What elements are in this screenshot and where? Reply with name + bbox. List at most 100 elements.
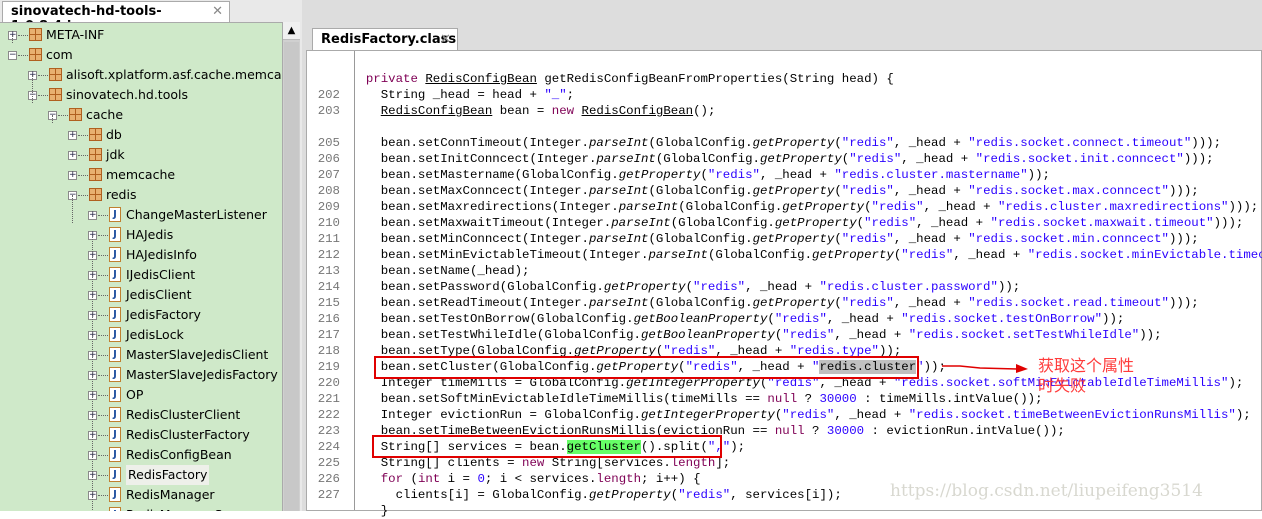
code-line: RedisConfigBean bean = new RedisConfigBe… (351, 103, 716, 119)
tree-item[interactable]: + META-INF (0, 25, 282, 45)
java-class-icon: J (109, 247, 121, 262)
tree-item[interactable]: − sinovatech.hd.tools (0, 85, 282, 105)
line-number: 202 (317, 88, 340, 102)
expand-icon[interactable]: + (68, 171, 77, 180)
code-token: parseInt (611, 216, 671, 230)
tree-item[interactable]: + J RedisClusterFactory (0, 425, 282, 445)
code-token: : timeMills.intValue()); (856, 392, 1043, 406)
code-token: getProperty (603, 280, 686, 294)
code-token: , _head + (901, 152, 976, 166)
expand-icon[interactable]: + (68, 151, 77, 160)
code-token: getProperty (752, 136, 835, 150)
code-token: null (774, 424, 805, 438)
tree-item[interactable]: + J ChangeMasterListener (0, 205, 282, 225)
code-token: "redis" (678, 488, 731, 502)
code-token: parseInt (588, 232, 649, 246)
package-icon (49, 88, 62, 101)
code-token: "redis" (849, 152, 902, 166)
code-token: getProperty (752, 184, 835, 198)
java-class-icon: J (109, 407, 121, 422)
tree-item-label: JedisLock (126, 327, 184, 342)
expand-icon[interactable]: + (68, 131, 77, 140)
code-token: , _head + (916, 216, 991, 230)
code-token: "redis" (782, 408, 835, 422)
tree-item[interactable]: + J RedisClusterClient (0, 405, 282, 425)
scroll-up-icon[interactable]: ▲ (283, 22, 300, 40)
code-line: bean.setPassword(GlobalConfig.getPropert… (351, 279, 1021, 295)
code-token: getIntegerProperty (641, 408, 775, 422)
code-token: getProperty (618, 168, 701, 182)
java-class-icon: J (109, 227, 121, 242)
tree-item-label: OP (126, 387, 144, 402)
code-token: ( (834, 232, 842, 246)
code-token: ))); (1168, 184, 1199, 198)
tree-item-label: jdk (106, 147, 125, 162)
tree-item[interactable]: + db (0, 125, 282, 145)
code-token: String _head = head + (351, 88, 545, 102)
code-token: )); (1027, 168, 1050, 182)
line-number: 215 (317, 296, 340, 310)
code-token: "redis.socket.minEvictable.timeout" (1027, 248, 1262, 262)
tree-item[interactable]: + J MasterSlaveJedisFactory (0, 365, 282, 385)
java-class-icon: J (109, 487, 121, 502)
java-class-icon: J (109, 387, 121, 402)
tree-connector (98, 215, 108, 216)
line-number: 223 (317, 424, 340, 438)
code-token: ? (804, 424, 827, 438)
package-icon (89, 168, 102, 181)
code-line: String _head = head + "_"; (351, 87, 574, 103)
tree-item[interactable]: − cache (0, 105, 282, 125)
tree-item[interactable]: + J RedisManager (0, 485, 282, 505)
code-token: } (351, 504, 389, 518)
tree-item[interactable]: + memcache (0, 165, 282, 185)
code-token: ]; (715, 456, 731, 470)
tree-item[interactable]: + J RedisConfigBean (0, 445, 282, 465)
code-token: new (551, 104, 582, 118)
tree-item-label: HAJedisInfo (126, 247, 197, 262)
code-token: (GlobalConfig. (648, 136, 753, 150)
code-token: i = (440, 472, 478, 486)
code-token: "redis.socket.maxwait.timeout" (990, 216, 1214, 230)
code-token: bean.setMastername(GlobalConfig. (351, 168, 619, 182)
tree-connector (98, 275, 108, 276)
tree-scrollbar[interactable]: ▲ (282, 22, 300, 511)
code-token: , _head + (834, 408, 909, 422)
tree-item[interactable]: + J JedisFactory (0, 305, 282, 325)
tree-item[interactable]: + J HAJedis (0, 225, 282, 245)
tree-item[interactable]: − com (0, 45, 282, 65)
code-token: "redis.cluster.maxredirections" (997, 200, 1229, 214)
code-token: "redis" (871, 200, 924, 214)
tree-item[interactable]: +JRedisManagerS (0, 505, 282, 511)
code-line: } (351, 503, 388, 519)
tree-item[interactable]: + J JedisClient (0, 285, 282, 305)
tree-item[interactable]: + jdk (0, 145, 282, 165)
tree-item[interactable]: + J RedisFactory (0, 465, 282, 485)
close-icon[interactable]: ✕ (440, 32, 451, 47)
code-token: int (417, 472, 441, 486)
tree-item[interactable]: + J HAJedisInfo (0, 245, 282, 265)
tree-item-label: MasterSlaveJedisFactory (126, 367, 278, 382)
tab-redisfactory-class[interactable]: RedisFactory.class ✕ (312, 28, 458, 50)
code-token: (GlobalConfig. (678, 200, 783, 214)
close-icon[interactable]: ✕ (212, 4, 223, 19)
code-token: getProperty (752, 296, 835, 310)
tree-item[interactable]: +alisoft.xplatform.asf.cache.memcached (0, 65, 282, 85)
code-token: "redis" (841, 296, 894, 310)
tree-item[interactable]: − redis (0, 185, 282, 205)
code-token: ( (685, 280, 694, 294)
scroll-thumb[interactable] (284, 42, 299, 511)
code-token: "redis.socket.read.timeout" (968, 296, 1169, 310)
tree-item-label: RedisManager (126, 487, 215, 502)
tree-connector (98, 475, 108, 476)
tree-item[interactable]: + J IJedisClient (0, 265, 282, 285)
tree-item[interactable]: + J JedisLock (0, 325, 282, 345)
jar-tab[interactable]: sinovatech-hd-tools-1.0.8.4.jar✕ (2, 1, 230, 34)
collapse-icon[interactable]: − (8, 51, 17, 60)
tree-item[interactable]: + J MasterSlaveJedisClient (0, 345, 282, 365)
tree-item[interactable]: + J OP (0, 385, 282, 405)
code-line: bean.setSoftMinEvictableIdleTimeMillis(t… (351, 391, 1043, 407)
code-token: ( (700, 168, 708, 182)
tree-connector (98, 335, 108, 336)
code-token: "redis" (707, 168, 760, 182)
expand-icon[interactable]: + (88, 211, 97, 220)
